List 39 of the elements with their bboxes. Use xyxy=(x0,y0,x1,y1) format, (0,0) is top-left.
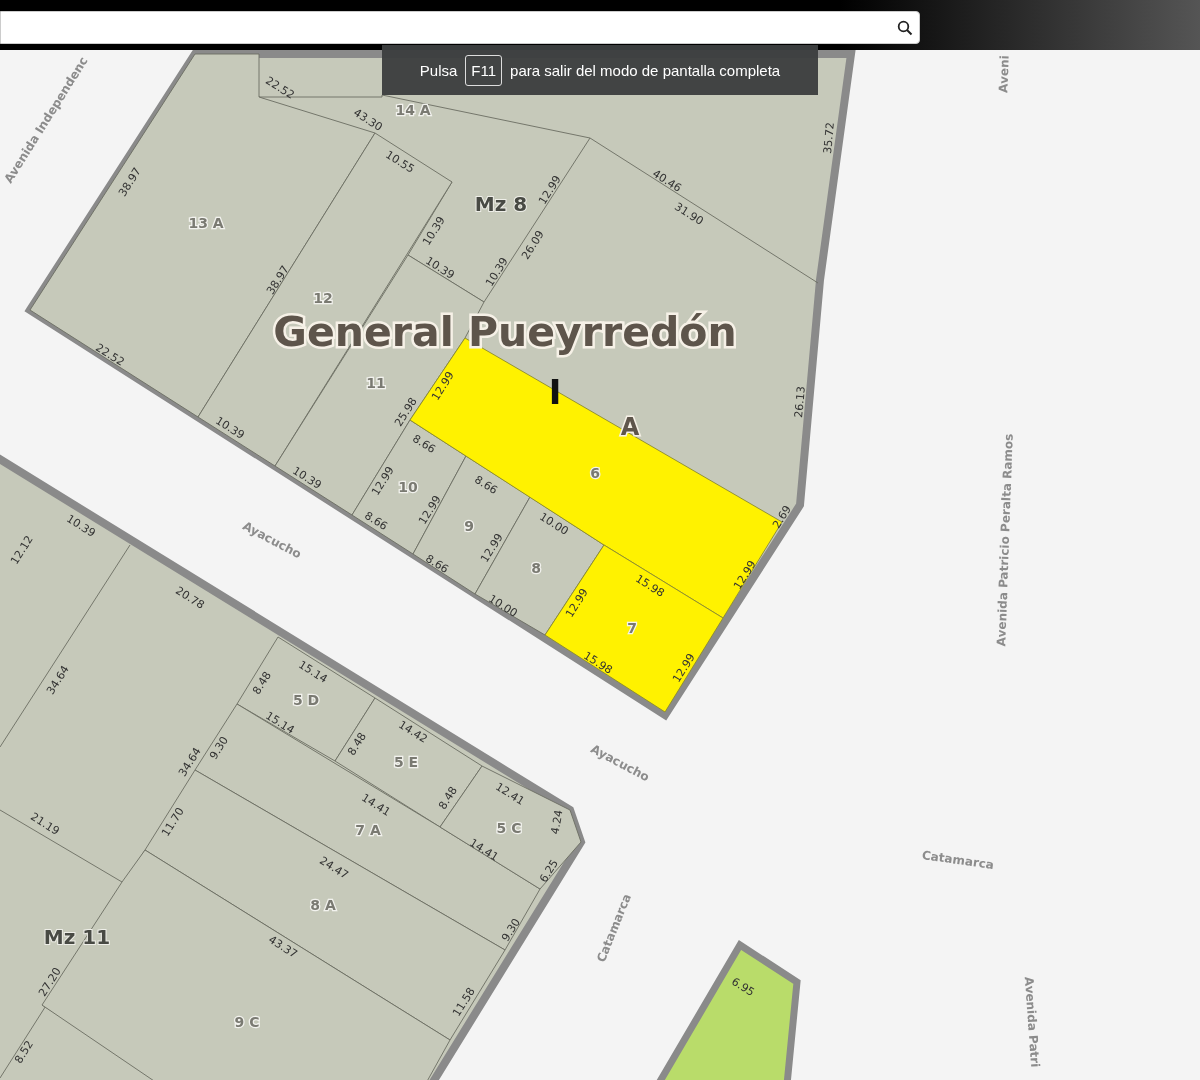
measurement-label: 4.24 xyxy=(548,808,566,836)
parcel-label: 5 D xyxy=(292,692,320,708)
land-parcel[interactable] xyxy=(474,496,605,636)
parcel-label: 14 A xyxy=(395,102,431,118)
parcel-label: 12 xyxy=(313,290,333,306)
key-hint: F11 xyxy=(465,54,503,86)
measurement-label: 26.13 xyxy=(792,385,808,419)
block-label: Mz 8 xyxy=(474,192,528,216)
measurement-label: 6.95 xyxy=(729,975,757,999)
parcel-label: 5 C xyxy=(496,820,522,836)
parcel-label: 9 C xyxy=(234,1014,260,1030)
measurement-label: 8.66 xyxy=(423,552,451,576)
land-parcel[interactable] xyxy=(439,765,582,890)
parcel-label: 7 xyxy=(627,620,637,636)
land-parcel[interactable] xyxy=(544,544,724,713)
subsection-label: A xyxy=(620,413,640,441)
search-field[interactable] xyxy=(0,11,920,44)
street-label: Catamarca xyxy=(921,848,995,872)
street-label: Aveni xyxy=(996,55,1012,93)
parcel-label: 9 xyxy=(464,518,474,534)
parcel-label: 7 A xyxy=(355,822,381,838)
measurement-label: 8.66 xyxy=(362,509,390,533)
parcel-label: 10 xyxy=(398,479,418,495)
parcel-label: 13 A xyxy=(188,215,224,231)
parcel-label: 8 xyxy=(531,560,541,576)
notice-text: Pulsa xyxy=(419,61,458,79)
block-label: Mz 11 xyxy=(43,925,111,949)
street-label: Avenida Patricio Peralta Ramos xyxy=(994,433,1016,647)
street-label: Avenida Patri xyxy=(1021,976,1043,1068)
parcel-label: 5 E xyxy=(393,754,419,770)
land-parcel[interactable] xyxy=(236,636,376,762)
parcel-label: 11 xyxy=(366,375,386,391)
measurement-label: 8.66 xyxy=(472,473,500,497)
search-icon[interactable] xyxy=(897,19,913,36)
parcel-label: 8 A xyxy=(310,897,336,913)
measurement-label: 35.72 xyxy=(821,121,837,155)
measurement-label: 8.66 xyxy=(410,432,438,456)
notice-text: para salir del modo de pantalla completa xyxy=(510,61,781,79)
parcel-label: 6 xyxy=(590,465,600,481)
